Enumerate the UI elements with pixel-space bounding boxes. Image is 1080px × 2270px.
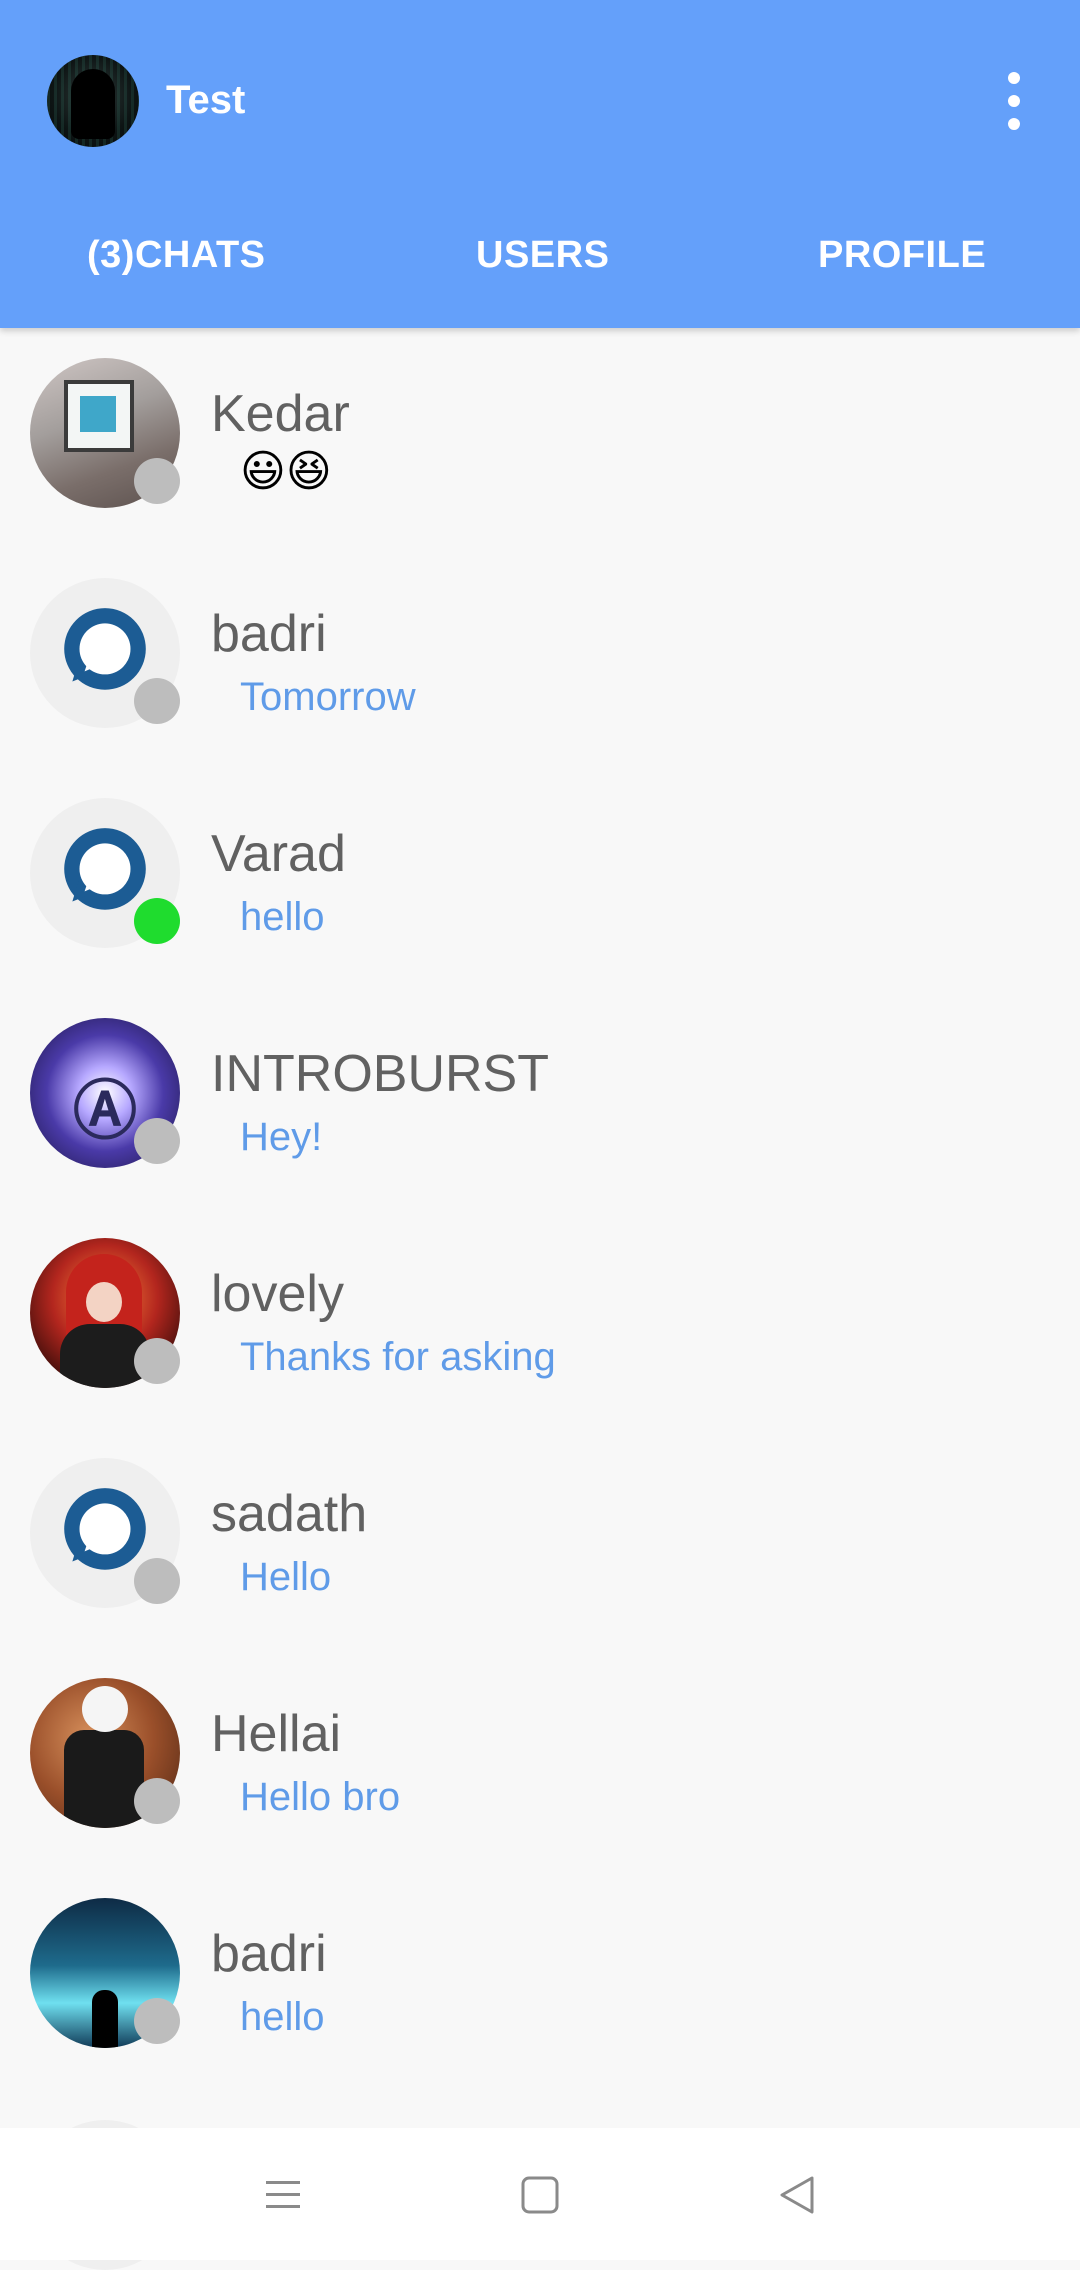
- chat-avatar-wrapper: [30, 798, 180, 948]
- app-bar: Test (3)CHATS USERS PROFILE: [0, 0, 1080, 328]
- chat-avatar-wrapper: [30, 1678, 180, 1828]
- hooded-figure: [71, 69, 115, 139]
- chat-avatar-wrapper: [30, 578, 180, 728]
- status-offline-dot: [134, 1558, 180, 1604]
- overflow-menu-icon[interactable]: [996, 72, 1032, 130]
- status-offline-dot: [134, 1998, 180, 2044]
- chat-last-message: Thanks for asking: [240, 1335, 556, 1379]
- chat-avatar-wrapper: [30, 1458, 180, 1608]
- chat-row-hellai[interactable]: Hellai Hello bro: [0, 1648, 1080, 1868]
- app-title: Test: [166, 78, 246, 122]
- tab-users[interactable]: USERS: [476, 234, 609, 277]
- system-nav-bar: [0, 2128, 1080, 2260]
- status-offline-dot: [134, 1338, 180, 1384]
- status-offline-dot: [134, 1118, 180, 1164]
- chat-row-kedar[interactable]: Kedar 😃😆: [0, 328, 1080, 548]
- chat-last-message: Hello: [240, 1555, 332, 1599]
- dot: [1008, 118, 1020, 130]
- chat-row-introburst[interactable]: Ⓐ INTROBURST Hey!: [0, 988, 1080, 1208]
- chat-avatar-wrapper: [30, 358, 180, 508]
- chat-last-message: Hey!: [240, 1115, 323, 1159]
- status-offline-dot: [134, 458, 180, 504]
- chat-avatar-wrapper: [30, 1898, 180, 2048]
- chat-last-message: Tomorrow: [240, 675, 416, 719]
- chat-name: Varad: [211, 825, 346, 883]
- chat-row-sadath[interactable]: sadath Hello: [0, 1428, 1080, 1648]
- chat-name: sadath: [211, 1485, 368, 1543]
- tab-chats[interactable]: (3)CHATS: [87, 234, 266, 277]
- user-avatar[interactable]: [47, 55, 139, 147]
- tab-bar: (3)CHATS USERS PROFILE: [0, 222, 1080, 292]
- chat-last-message: hello: [240, 1995, 325, 2039]
- home-square-icon[interactable]: [510, 2164, 570, 2224]
- chat-row-varad[interactable]: Varad hello: [0, 768, 1080, 988]
- chat-name: badri: [211, 1925, 327, 1983]
- status-online-dot: [134, 898, 180, 944]
- dot: [1008, 95, 1020, 107]
- chat-list: Kedar 😃😆 badri Tomorrow Varad hello Ⓐ IN…: [0, 328, 1080, 2270]
- chat-name: Kedar: [211, 385, 350, 443]
- chat-name: INTROBURST: [211, 1045, 549, 1103]
- chat-last-message: hello: [240, 895, 325, 939]
- chat-name: lovely: [211, 1265, 344, 1323]
- device-picture: [64, 380, 134, 452]
- menu-icon[interactable]: [252, 2164, 312, 2224]
- chat-row-badri[interactable]: badri Tomorrow: [0, 548, 1080, 768]
- tab-profile[interactable]: PROFILE: [818, 234, 986, 277]
- chat-name: badri: [211, 605, 327, 663]
- chat-avatar-wrapper: Ⓐ: [30, 1018, 180, 1168]
- dot: [1008, 72, 1020, 84]
- chat-last-message: 😃😆: [240, 447, 332, 496]
- chat-last-message: Hello bro: [240, 1775, 401, 1819]
- chat-row-lovely[interactable]: lovely Thanks for asking: [0, 1208, 1080, 1428]
- status-offline-dot: [134, 678, 180, 724]
- chat-name: Hellai: [211, 1705, 342, 1763]
- chat-avatar-wrapper: [30, 1238, 180, 1388]
- status-offline-dot: [134, 1778, 180, 1824]
- back-triangle-icon[interactable]: [768, 2164, 828, 2224]
- chat-row-badri-2[interactable]: badri hello: [0, 1868, 1080, 2088]
